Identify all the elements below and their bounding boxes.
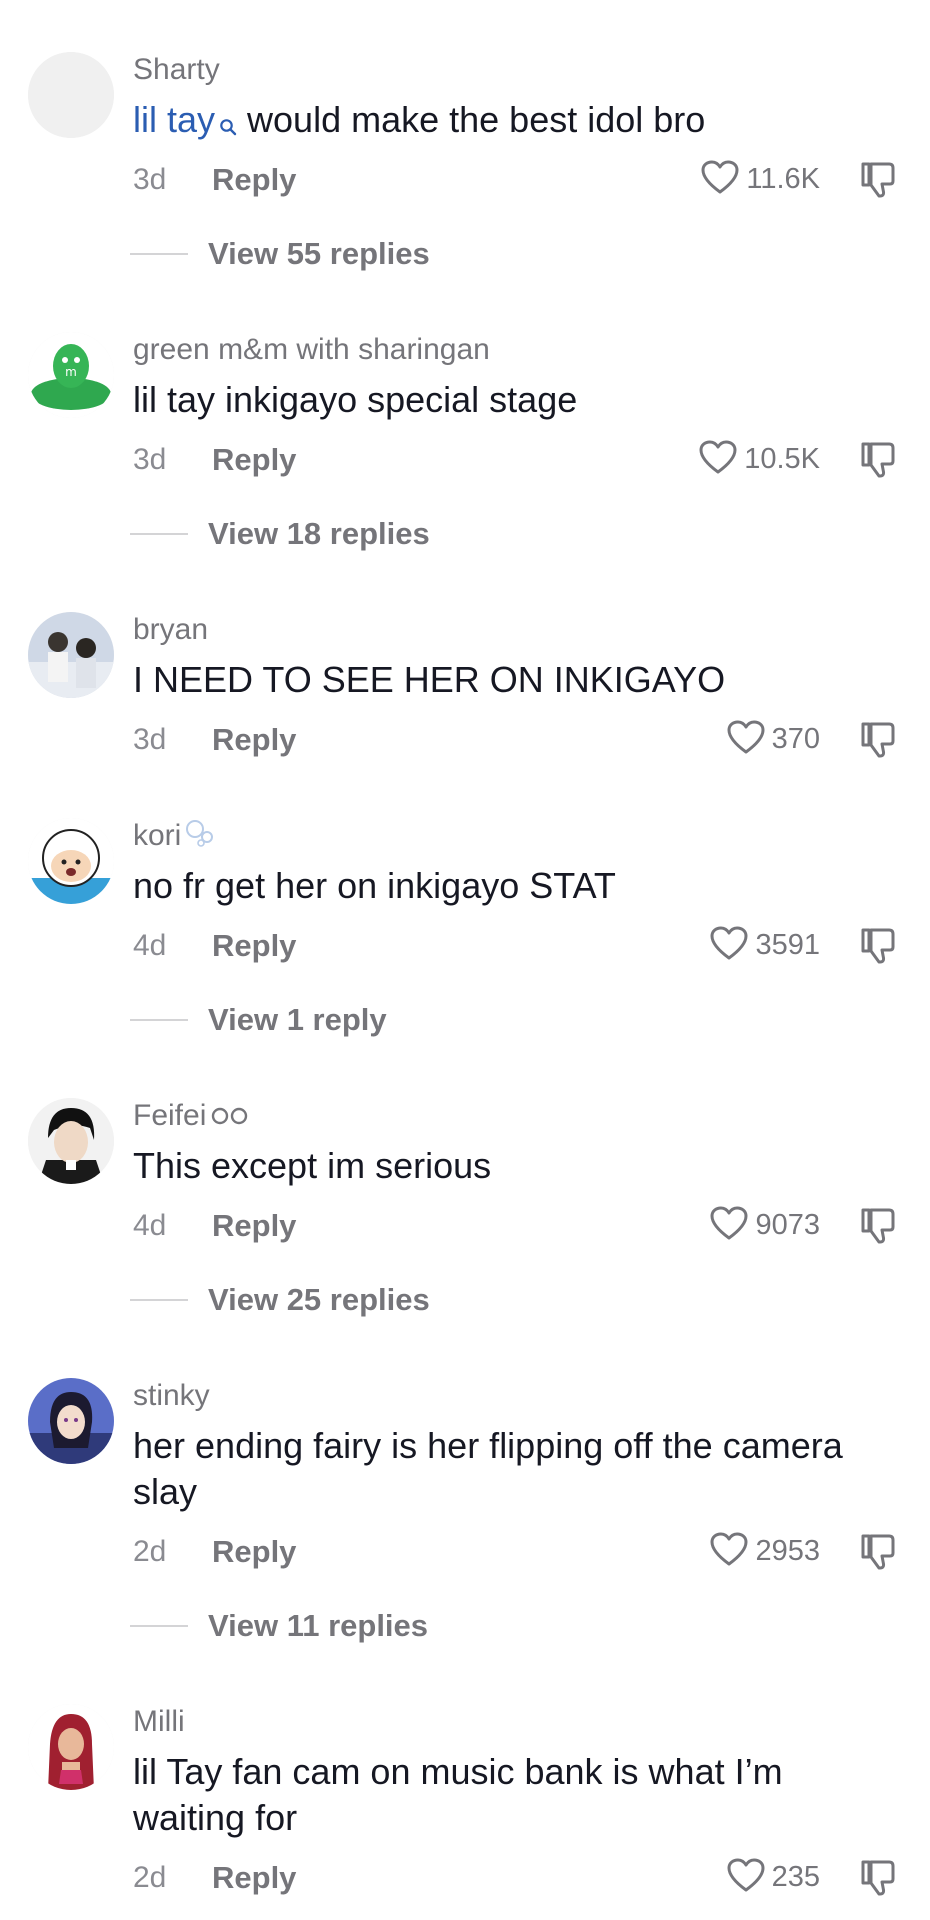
reply-button[interactable]: Reply — [212, 442, 296, 478]
comment-time: 4d — [133, 929, 167, 962]
search-icon — [219, 101, 237, 147]
comment-username[interactable]: Milli — [133, 1704, 185, 1740]
comment-username[interactable]: Sharty — [133, 52, 220, 88]
thumbs-down-icon[interactable] — [858, 440, 898, 480]
avatar[interactable] — [28, 52, 114, 138]
comment-text: I NEED TO SEE HER ON INKIGAYO — [133, 659, 726, 700]
thumbs-down-icon[interactable] — [858, 1532, 898, 1572]
avatar[interactable] — [28, 818, 114, 904]
heart-outline-icon — [700, 159, 740, 200]
comment-time: 2d — [133, 1535, 167, 1568]
comment-text: her ending fairy is her flipping off the… — [133, 1425, 843, 1512]
comment-username[interactable]: Feifei — [133, 1098, 250, 1135]
svg-text:m: m — [65, 365, 77, 379]
comment-time: 4d — [133, 1209, 167, 1242]
replies-divider — [130, 533, 188, 535]
view-replies-label: View 1 reply — [208, 1002, 387, 1037]
like-count: 9073 — [755, 1209, 820, 1241]
comment-meta: 3d Reply 11.6K — [0, 156, 930, 202]
like-button[interactable]: 9073 — [709, 1202, 820, 1248]
view-replies-button[interactable]: View 55 replies — [130, 234, 730, 274]
thumbs-down-icon[interactable] — [858, 160, 898, 200]
heart-outline-icon — [726, 719, 766, 760]
heart-outline-icon — [698, 439, 738, 480]
heart-outline-icon — [709, 1205, 749, 1246]
avatar[interactable] — [28, 1098, 114, 1184]
like-count: 235 — [771, 1861, 820, 1893]
comment-username[interactable]: bryan — [133, 612, 208, 648]
thumbs-down-icon[interactable] — [858, 926, 898, 966]
reply-button[interactable]: Reply — [212, 162, 296, 198]
comment-text: lil Tay fan cam on music bank is what I’… — [133, 1751, 783, 1838]
comment-meta: 4d Reply 3591 — [0, 922, 930, 968]
like-count: 2953 — [755, 1535, 820, 1567]
comment-time: 3d — [133, 443, 167, 476]
comment-text: lil tay inkigayo special stage — [133, 379, 578, 420]
reply-button[interactable]: Reply — [212, 1860, 296, 1896]
replies-divider — [130, 1299, 188, 1301]
thumbs-down-icon[interactable] — [858, 1206, 898, 1246]
comment-time: 3d — [133, 723, 167, 756]
comment-meta: 3d Reply 370 — [0, 716, 930, 762]
like-button[interactable]: 370 — [726, 716, 820, 762]
comments-list: Sharty lil tay would make the best idol … — [0, 0, 930, 1920]
comment-meta: 3d Reply 10.5K — [0, 436, 930, 482]
like-button[interactable]: 2953 — [709, 1528, 820, 1574]
comment-meta: 2d Reply 2953 — [0, 1528, 930, 1574]
thumbs-down-icon[interactable] — [858, 1858, 898, 1898]
comment-meta: 4d Reply 9073 — [0, 1202, 930, 1248]
view-replies-label: View 11 replies — [208, 1608, 429, 1643]
comment-username[interactable]: kori — [133, 818, 215, 856]
view-replies-label: View 55 replies — [208, 236, 430, 271]
view-replies-label: View 18 replies — [208, 516, 430, 551]
comment-text: no fr get her on inkigayo STAT — [133, 865, 616, 906]
comment-username[interactable]: stinky — [133, 1378, 210, 1414]
comment-text: lil tay would make the best idol bro — [133, 97, 893, 147]
comment-text: This except im serious — [133, 1145, 492, 1186]
heart-outline-icon — [709, 1531, 749, 1572]
like-count: 3591 — [755, 929, 820, 961]
view-replies-label: View 25 replies — [208, 1282, 430, 1317]
replies-divider — [130, 253, 188, 255]
like-button[interactable]: 11.6K — [700, 156, 820, 202]
view-replies-button[interactable]: View 11 replies — [130, 1606, 730, 1646]
view-replies-button[interactable]: View 25 replies — [130, 1280, 730, 1320]
avatar[interactable] — [28, 1704, 114, 1790]
like-button[interactable]: 235 — [726, 1854, 820, 1900]
like-count: 370 — [771, 723, 820, 755]
thumbs-down-icon[interactable] — [858, 720, 898, 760]
like-count: 10.5K — [744, 443, 820, 475]
replies-divider — [130, 1625, 188, 1627]
heart-outline-icon — [726, 1857, 766, 1898]
view-replies-button[interactable]: View 18 replies — [130, 514, 730, 554]
reply-button[interactable]: Reply — [212, 722, 296, 758]
comment-time: 3d — [133, 163, 167, 196]
like-button[interactable]: 10.5K — [698, 436, 820, 482]
reply-button[interactable]: Reply — [212, 1208, 296, 1244]
reply-button[interactable]: Reply — [212, 1534, 296, 1570]
avatar[interactable] — [28, 1378, 114, 1464]
like-count: 11.6K — [746, 163, 820, 195]
replies-divider — [130, 1019, 188, 1021]
avatar[interactable] — [28, 612, 114, 698]
avatar[interactable]: m — [28, 332, 114, 418]
rings-emoji-icon — [210, 1099, 250, 1135]
like-button[interactable]: 3591 — [709, 922, 820, 968]
reply-button[interactable]: Reply — [212, 928, 296, 964]
comment-time: 2d — [133, 1861, 167, 1894]
comment-meta: 2d Reply 235 — [0, 1854, 930, 1900]
heart-outline-icon — [709, 925, 749, 966]
search-tag-link[interactable]: lil tay — [133, 99, 237, 140]
comment-username[interactable]: green m&m with sharingan — [133, 332, 490, 368]
bubbles-emoji-icon — [185, 819, 215, 856]
view-replies-button[interactable]: View 1 reply — [130, 1000, 730, 1040]
